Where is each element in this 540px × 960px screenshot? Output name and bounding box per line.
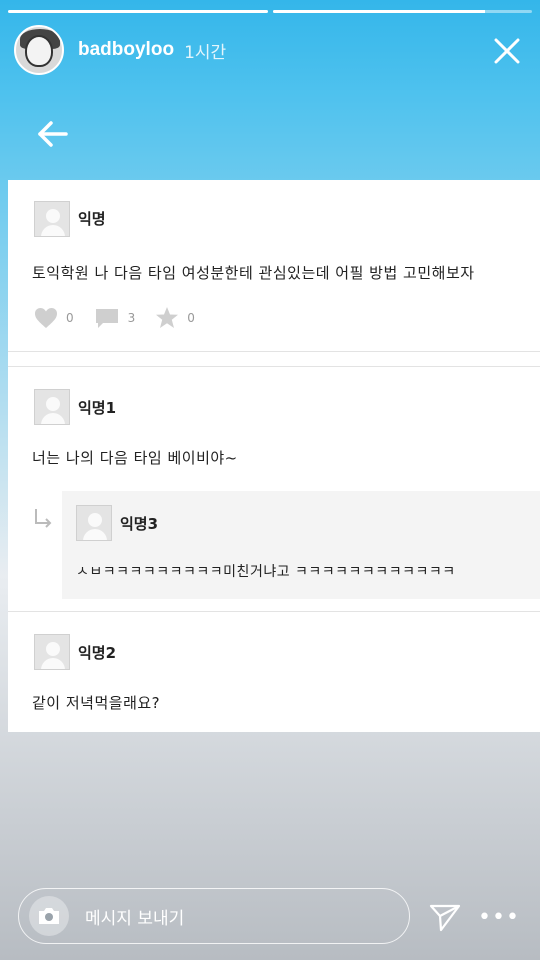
comment-button[interactable]: 3 <box>94 307 136 329</box>
story-progress-bar-2 <box>272 10 532 13</box>
message-input[interactable]: 메시지 보내기 <box>18 888 410 944</box>
comment-content: 같이 저녁먹을래요? <box>32 694 161 712</box>
story-header: badboyloo 1시간 <box>14 22 530 78</box>
comment-item: 익명1 너는 나의 다음 타임 베이비야~ 익명3 ㅅㅂㅋㅋㅋㅋㅋㅋㅋㅋㅋ미친거… <box>8 366 540 612</box>
avatar <box>34 201 70 237</box>
comment-author: 익명2 <box>78 644 117 662</box>
comment-item: 익명2 같이 저녁먹을래요? <box>8 612 540 732</box>
post-author: 익명 <box>78 210 106 228</box>
reply-content: ㅅㅂㅋㅋㅋㅋㅋㅋㅋㅋㅋ미친거냐고 ㅋㅋㅋㅋㅋㅋㅋㅋㅋㅋㅋㅋ <box>76 564 456 580</box>
avatar <box>34 634 70 670</box>
message-placeholder: 메시지 보내기 <box>85 908 185 929</box>
comment-count: 3 <box>127 310 136 325</box>
scrap-count: 0 <box>187 310 195 325</box>
scrap-button[interactable]: 0 <box>155 306 195 329</box>
heart-icon <box>35 307 57 328</box>
story-progress-bar-1 <box>8 10 268 13</box>
back-arrow-icon[interactable] <box>34 116 74 152</box>
reply-arrow-icon <box>35 509 52 528</box>
close-icon[interactable] <box>490 34 524 68</box>
post-content: 토익학원 나 다음 타임 여성분한테 관심있는데 어필 방법 고민해보자 <box>32 264 475 282</box>
like-button[interactable]: 0 <box>34 307 74 329</box>
reply-author: 익명3 <box>120 515 159 533</box>
avatar <box>34 389 70 425</box>
story-avatar[interactable] <box>14 25 64 75</box>
story-time: 1시간 <box>184 42 227 63</box>
camera-icon[interactable] <box>29 896 69 936</box>
article-post: 익명 토익학원 나 다음 타임 여성분한테 관심있는데 어필 방법 고민해보자 … <box>8 180 540 352</box>
post-actions: 0 3 0 <box>34 306 215 329</box>
comment-panel: 익명 토익학원 나 다음 타임 여성분한테 관심있는데 어필 방법 고민해보자 … <box>8 180 540 732</box>
reply-comment: 익명3 ㅅㅂㅋㅋㅋㅋㅋㅋㅋㅋㅋ미친거냐고 ㅋㅋㅋㅋㅋㅋㅋㅋㅋㅋㅋㅋ <box>62 491 540 599</box>
like-count: 0 <box>66 310 74 325</box>
app-bar <box>8 96 540 174</box>
story-progress <box>8 10 532 13</box>
send-icon[interactable] <box>428 900 462 934</box>
comment-author: 익명1 <box>78 399 117 417</box>
more-options-icon[interactable]: ••• <box>478 902 519 932</box>
story-username[interactable]: badboyloo <box>78 39 174 61</box>
comment-content: 너는 나의 다음 타임 베이비야~ <box>32 449 238 467</box>
star-icon <box>156 307 179 328</box>
comment-icon <box>95 308 118 328</box>
avatar <box>76 505 112 541</box>
